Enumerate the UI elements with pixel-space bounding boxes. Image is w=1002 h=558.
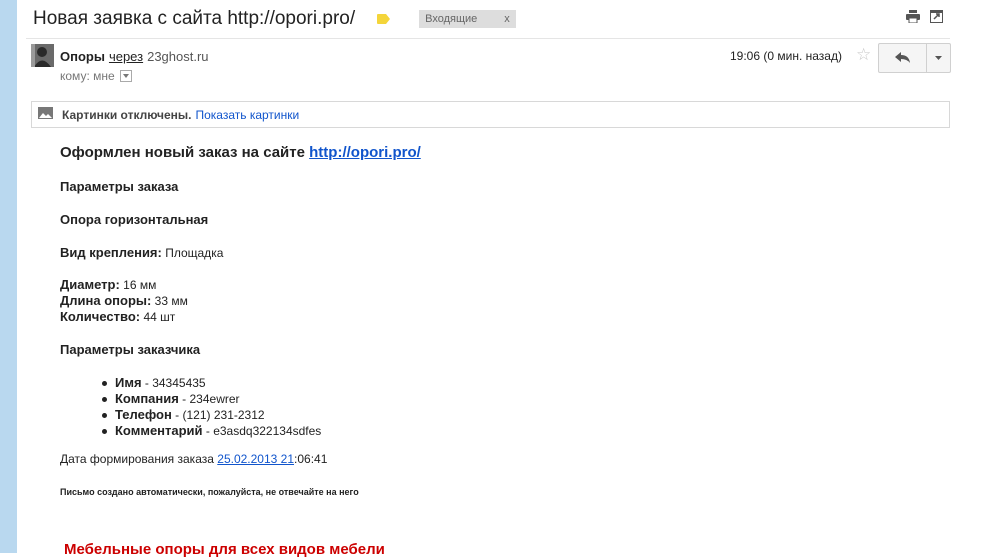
customer-company-value: - 234ewrer bbox=[178, 392, 240, 406]
customer-comment-label: Комментарий bbox=[115, 423, 203, 438]
diameter-value: 16 мм bbox=[123, 278, 157, 292]
important-marker-icon[interactable] bbox=[377, 11, 391, 29]
sender-domain: 23ghost.ru bbox=[147, 49, 209, 64]
promo-footer-text: Мебельные опоры для всех видов мебели bbox=[64, 541, 385, 558]
top-icons bbox=[906, 10, 943, 23]
chevron-down-icon bbox=[122, 74, 129, 78]
customer-phone-value: - (121) 231-2312 bbox=[171, 408, 265, 422]
recipient-details-dropdown[interactable] bbox=[119, 70, 132, 82]
message-time: 19:06 (0 мин. назад) bbox=[730, 49, 842, 63]
show-images-link[interactable]: Показать картинки bbox=[195, 108, 299, 122]
length-label: Длина опоры: bbox=[60, 293, 152, 308]
customer-params-title: Параметры заказчика bbox=[60, 342, 201, 357]
email-subject: Новая заявка с сайта http://opori.pro/ bbox=[33, 8, 356, 29]
site-link[interactable]: http://opori.pro/ bbox=[309, 144, 421, 161]
quantity-label: Количество: bbox=[60, 309, 141, 324]
header-divider bbox=[26, 38, 950, 39]
quantity-line: Количество: 44 шт bbox=[60, 309, 175, 324]
length-value: 33 мм bbox=[154, 294, 188, 308]
new-window-icon[interactable] bbox=[930, 10, 943, 23]
sender-line: Опоры через 23ghost.ru bbox=[60, 49, 209, 64]
auto-generated-note: Письмо создано автоматически, пожалуйста… bbox=[60, 487, 359, 497]
reply-button-group bbox=[878, 43, 951, 73]
reply-arrow-icon bbox=[894, 52, 910, 63]
mount-line: Вид крепления: Площадка bbox=[60, 245, 223, 260]
list-item: Компания - 234ewrer bbox=[102, 391, 321, 407]
order-date-label: Дата формирования заказа bbox=[60, 452, 214, 466]
star-icon[interactable]: ☆ bbox=[856, 46, 871, 63]
customer-name-value: - 34345435 bbox=[141, 376, 206, 390]
mount-label: Вид крепления: bbox=[60, 245, 162, 260]
sender-avatar[interactable] bbox=[31, 44, 54, 67]
recipient-line: кому: мне bbox=[60, 69, 132, 83]
image-icon bbox=[38, 107, 53, 122]
customer-phone-label: Телефон bbox=[115, 407, 172, 422]
diameter-line: Диаметр: 16 мм bbox=[60, 277, 156, 292]
order-date-link[interactable]: 25.02.2013 21 bbox=[217, 452, 294, 466]
diameter-label: Диаметр: bbox=[60, 277, 120, 292]
quantity-value: 44 шт bbox=[143, 310, 176, 324]
product-name: Опора горизонтальная bbox=[60, 212, 209, 227]
customer-name-label: Имя bbox=[115, 375, 142, 390]
order-params-title: Параметры заказа bbox=[60, 179, 179, 194]
length-line: Длина опоры: 33 мм bbox=[60, 293, 188, 308]
list-item: Телефон - (121) 231-2312 bbox=[102, 407, 321, 423]
message-heading: Оформлен новый заказ на сайте http://opo… bbox=[60, 144, 421, 161]
list-item: Комментарий - e3asdq322134sdfes bbox=[102, 423, 321, 439]
order-date-line: Дата формирования заказа 25.02.2013 21:0… bbox=[60, 452, 327, 466]
subject-row: Новая заявка с сайта http://opori.pro/ В… bbox=[33, 6, 516, 32]
images-disabled-bar: Картинки отключены. Показать картинки bbox=[31, 101, 950, 128]
print-icon[interactable] bbox=[906, 10, 920, 23]
left-sidebar-edge bbox=[0, 0, 17, 553]
order-date-rest: :06:41 bbox=[294, 452, 328, 466]
customer-comment-value: - e3asdq322134sdfes bbox=[202, 424, 322, 438]
reply-button[interactable] bbox=[879, 44, 927, 72]
mount-value: Площадка bbox=[165, 246, 224, 260]
list-item: Имя - 34345435 bbox=[102, 375, 321, 391]
inbox-label-text: Входящие bbox=[425, 13, 478, 25]
inbox-label-chip[interactable]: Входящие x bbox=[419, 10, 516, 28]
customer-list: Имя - 34345435 Компания - 234ewrer Телеф… bbox=[102, 375, 321, 439]
more-actions-button[interactable] bbox=[927, 44, 950, 72]
remove-label-button[interactable]: x bbox=[504, 13, 510, 25]
sender-name[interactable]: Опоры bbox=[60, 49, 105, 64]
heading-text: Оформлен новый заказ на сайте bbox=[60, 144, 305, 161]
images-disabled-text: Картинки отключены. bbox=[62, 107, 192, 122]
via-link[interactable]: через bbox=[109, 49, 143, 64]
customer-company-label: Компания bbox=[115, 391, 179, 406]
recipient-label: кому: мне bbox=[60, 69, 115, 83]
chevron-down-icon bbox=[935, 56, 942, 60]
